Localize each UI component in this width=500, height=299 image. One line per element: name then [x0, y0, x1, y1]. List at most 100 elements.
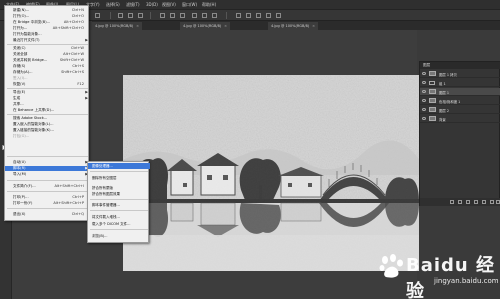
menu-item-label: 最近打开文件(T) [13, 38, 40, 42]
layer-row-group[interactable]: 组 1 [420, 79, 500, 87]
document-tabs: 4.jpg @ 100%(RGB/8) × 4.jpg @ 100%(RGB/8)… [92, 21, 500, 30]
menu-filter[interactable]: 滤镜(T) [126, 2, 140, 8]
3d-slide-icon[interactable] [266, 13, 271, 18]
layer-style-icon[interactable] [458, 200, 462, 204]
distribute-right-icon[interactable] [212, 13, 217, 18]
menu-item-close-and-go-to-bridge[interactable]: 关闭并转到 Bridge... Shift+Ctrl+W [5, 58, 90, 63]
trash-icon[interactable] [496, 200, 500, 204]
3d-roll-icon[interactable] [246, 13, 251, 18]
menu-item-label: 打包(G)... [13, 134, 30, 138]
menu-item-label: 退出(X) [13, 212, 26, 216]
menu-item-new[interactable]: 新建(N)... Ctrl+N [5, 8, 90, 13]
submenu-item-image-processor[interactable]: 图像处理器... [88, 163, 150, 169]
menu-item-scripts[interactable]: 脚本(R)▶ [5, 166, 90, 171]
menu-item-check-in[interactable]: 签入(I)... [5, 76, 90, 81]
menu-item-save-as[interactable]: 存储为(A)... Shift+Ctrl+S [5, 70, 90, 75]
layer-row[interactable]: 色相/饱和度 1 [420, 97, 500, 105]
menu-item-open-as[interactable]: 打开为... Alt+Shift+Ctrl+O [5, 26, 90, 31]
submenu-item-load-files-into-stack[interactable]: 将文件载入堆栈... [88, 214, 150, 220]
tab-document-1[interactable]: 4.jpg @ 100%(RGB/8) × [92, 22, 143, 30]
submenu-item-delete-empty-layers[interactable]: 删除所有空图层 [88, 175, 150, 181]
close-icon[interactable]: × [312, 24, 315, 28]
distribute-bottom-icon[interactable] [180, 13, 185, 18]
menu-item-share[interactable]: 共享... [5, 102, 90, 107]
submenu-item-label: 浏览(B)... [92, 234, 108, 238]
menu-item-open-as-smart-object[interactable]: 打开为智能对象... [5, 32, 90, 37]
menu-item-recent-files[interactable]: 最近打开文件(T) ▶ [5, 38, 90, 43]
submenu-item-load-dicom-files[interactable]: 载入多个 DICOM 文件... [88, 221, 150, 227]
3d-scale-icon[interactable] [276, 13, 281, 18]
3d-drag-icon[interactable] [256, 13, 261, 18]
menu-item-label: 打印一份(Y) [13, 201, 33, 205]
menu-item-browse-in-bridge[interactable]: 在 Bridge 中浏览(B)... Alt+Ctrl+O [5, 20, 90, 25]
baidu-paw-logo-icon [379, 254, 403, 278]
menu-item-close[interactable]: 关闭(C) Ctrl+W [5, 46, 90, 51]
new-layer-icon[interactable] [490, 200, 494, 204]
menu-select[interactable]: 选择(S) [106, 2, 120, 8]
align-center-icon[interactable] [128, 13, 133, 18]
layer-row[interactable]: 图层 1 拷贝 [420, 70, 500, 78]
menu-item-label: 生成 [13, 96, 21, 100]
submenu-arrow-icon: ▶ [85, 90, 88, 94]
link-layers-icon[interactable] [450, 200, 454, 204]
3d-rotate-icon[interactable] [236, 13, 241, 18]
move-tool-icon[interactable] [95, 13, 100, 18]
menu-3d[interactable]: 3D(D) [146, 2, 158, 7]
submenu-item-flatten-layer-effects[interactable]: 拼合所有图层效果 [88, 191, 150, 197]
menu-item-generate[interactable]: 生成 ▶ [5, 96, 90, 101]
visibility-eye-icon[interactable] [422, 108, 426, 111]
menu-item-search-adobe-stock[interactable]: 搜索 Adobe Stock... [5, 116, 90, 121]
menu-item-place-linked[interactable]: 置入链接的智能对象(K)... [5, 128, 90, 133]
visibility-eye-icon[interactable] [422, 90, 426, 93]
menu-item-export[interactable]: 导出(E) ▶ [5, 90, 90, 95]
menu-item-label: 关闭(C) [13, 46, 26, 50]
menu-item-exit[interactable]: 退出(X) Ctrl+Q [5, 212, 90, 217]
menu-item-label: 恢复(V) [13, 82, 26, 86]
layer-row[interactable]: 图层 1 [420, 88, 500, 96]
distribute-top-icon[interactable] [160, 13, 165, 18]
visibility-eye-icon[interactable] [422, 72, 426, 75]
distribute-left-icon[interactable] [192, 13, 197, 18]
menu-separator [7, 114, 88, 115]
menu-item-share-on-behance[interactable]: 在 Behance 上共享(D)... [5, 108, 90, 113]
menu-item-package[interactable]: 打包(G)... [5, 134, 90, 139]
menu-item-shortcut: Alt+Ctrl+W [63, 52, 84, 56]
close-icon[interactable]: × [224, 24, 227, 28]
new-group-icon[interactable] [482, 200, 486, 204]
menu-item-shortcut: Alt+Shift+Ctrl+O [52, 26, 84, 30]
adjustment-layer-icon[interactable] [474, 200, 478, 204]
menu-item-close-all[interactable]: 关闭全部 Alt+Ctrl+W [5, 52, 90, 57]
layer-row[interactable]: 背景 [420, 115, 500, 123]
menu-item-save[interactable]: 存储(S) Ctrl+S [5, 64, 90, 69]
tab-document-3[interactable]: 4.jpg @ 100%(RGB/8) × [268, 22, 319, 30]
menu-item-revert[interactable]: 恢复(V) F12 [5, 82, 90, 87]
menu-item-print-one-copy[interactable]: 打印一份(Y) Alt+Shift+Ctrl+P [5, 201, 90, 206]
align-right-icon[interactable] [138, 13, 143, 18]
layer-row[interactable]: 图层 2 [420, 106, 500, 114]
submenu-item-label: 载入多个 DICOM 文件... [92, 222, 131, 226]
menu-item-place-embedded[interactable]: 置入嵌入的智能对象(L)... [5, 122, 90, 127]
submenu-item-script-events-manager[interactable]: 脚本事件管理器... [88, 202, 150, 208]
align-left-icon[interactable] [118, 13, 123, 18]
menu-window[interactable]: 窗口(W) [182, 2, 197, 8]
document-image[interactable] [123, 75, 419, 271]
menu-view[interactable]: 视图(V) [162, 2, 176, 8]
menu-item-automate[interactable]: 自动(U)▶ [5, 160, 90, 165]
close-icon[interactable]: × [136, 24, 139, 28]
add-mask-icon[interactable] [466, 200, 470, 204]
menu-item-file-info[interactable]: 文件简介(F)... Alt+Shift+Ctrl+I [5, 184, 90, 189]
visibility-eye-icon[interactable] [422, 117, 426, 120]
menu-item-print[interactable]: 打印(P)... Ctrl+P [5, 195, 90, 200]
menu-item-open[interactable]: 打开(O)... Ctrl+O [5, 14, 90, 19]
layer-name: 色相/饱和度 1 [439, 100, 461, 104]
submenu-item-browse[interactable]: 浏览(B)... [88, 233, 150, 239]
menu-help[interactable]: 帮助(H) [202, 2, 216, 8]
menu-item-label: 脚本(R) [13, 166, 26, 170]
watermark: Baidu 经验 jingyan.baidu.com [378, 251, 499, 299]
distribute-center-icon[interactable] [202, 13, 207, 18]
tab-document-2[interactable]: 4.jpg @ 100%(RGB/8) × [180, 22, 231, 30]
menu-item-import[interactable]: 导入(M)▶ [5, 172, 90, 177]
visibility-eye-icon[interactable] [422, 81, 426, 84]
distribute-middle-icon[interactable] [170, 13, 175, 18]
visibility-eye-icon[interactable] [422, 99, 426, 102]
